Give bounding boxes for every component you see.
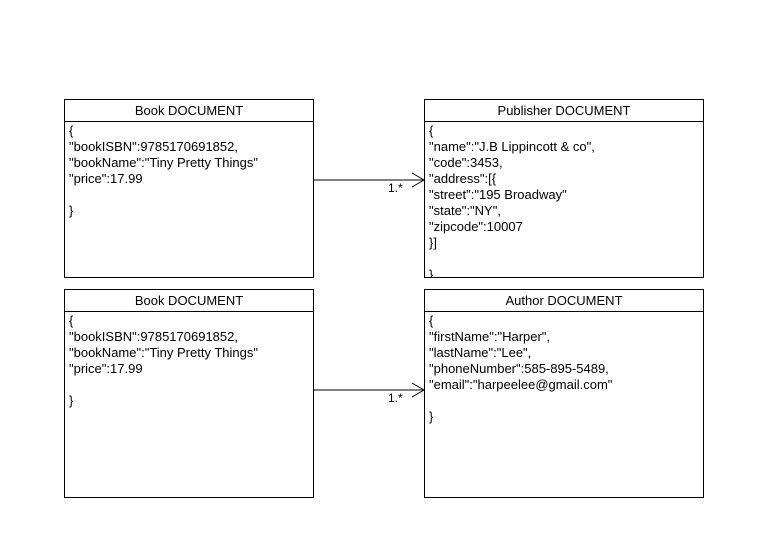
json-line: "price":17.99 bbox=[69, 171, 143, 186]
box-body: { "firstName":"Harper", "lastName":"Lee"… bbox=[425, 312, 703, 425]
json-line: "address":[{ bbox=[429, 171, 497, 186]
json-line: "name":"J.B Lippincott & co", bbox=[429, 139, 595, 154]
json-line: "code":3453, bbox=[429, 155, 503, 170]
book-to-publisher-arrow bbox=[314, 172, 425, 188]
json-line: "bookISBN":9785170691852, bbox=[69, 139, 238, 154]
book-document-box-bottom[interactable]: Book DOCUMENT { "bookISBN":9785170691852… bbox=[64, 289, 314, 498]
json-line: } bbox=[69, 203, 74, 218]
json-line: "email":"harpeelee@gmail.com" bbox=[429, 377, 613, 392]
json-line: "price":17.99 bbox=[69, 361, 143, 376]
box-title: Book DOCUMENT bbox=[65, 100, 313, 122]
json-line: { bbox=[429, 123, 434, 138]
json-line: { bbox=[69, 313, 74, 328]
json-line: "state":"NY", bbox=[429, 203, 501, 218]
box-title: Book DOCUMENT bbox=[65, 290, 313, 312]
json-line: "bookName":"Tiny Pretty Things" bbox=[69, 345, 258, 360]
box-body: { "bookISBN":9785170691852, "bookName":"… bbox=[65, 312, 313, 409]
json-line: "lastName":"Lee", bbox=[429, 345, 532, 360]
json-line: "bookISBN":9785170691852, bbox=[69, 329, 238, 344]
multiplicity-label-publisher: 1.* bbox=[388, 181, 403, 195]
json-line: "firstName":"Harper", bbox=[429, 329, 551, 344]
box-title: Publisher DOCUMENT bbox=[425, 100, 703, 122]
json-line: "street":"195 Broadway" bbox=[429, 187, 567, 202]
json-line: } bbox=[429, 409, 434, 424]
json-line: }] bbox=[429, 235, 437, 250]
json-line: } bbox=[429, 267, 434, 278]
book-to-author-arrow bbox=[314, 382, 425, 398]
publisher-document-box[interactable]: Publisher DOCUMENT { "name":"J.B Lippinc… bbox=[424, 99, 704, 278]
author-document-box[interactable]: Author DOCUMENT { "firstName":"Harper", … bbox=[424, 289, 704, 498]
box-body: { "name":"J.B Lippincott & co", "code":3… bbox=[425, 122, 703, 278]
box-body: { "bookISBN":9785170691852, "bookName":"… bbox=[65, 122, 313, 219]
json-line bbox=[69, 187, 313, 203]
json-line bbox=[429, 251, 703, 267]
book-document-box-top[interactable]: Book DOCUMENT { "bookISBN":9785170691852… bbox=[64, 99, 314, 278]
box-title: Author DOCUMENT bbox=[425, 290, 703, 312]
json-line: "phoneNumber":585-895-5489, bbox=[429, 361, 609, 376]
json-line: } bbox=[69, 393, 74, 408]
json-line: "bookName":"Tiny Pretty Things" bbox=[69, 155, 258, 170]
multiplicity-label-author: 1.* bbox=[388, 391, 403, 405]
json-line bbox=[69, 377, 313, 393]
json-line: "zipcode":10007 bbox=[429, 219, 523, 234]
json-line: { bbox=[69, 123, 74, 138]
json-line bbox=[429, 393, 703, 409]
json-line: { bbox=[429, 313, 434, 328]
